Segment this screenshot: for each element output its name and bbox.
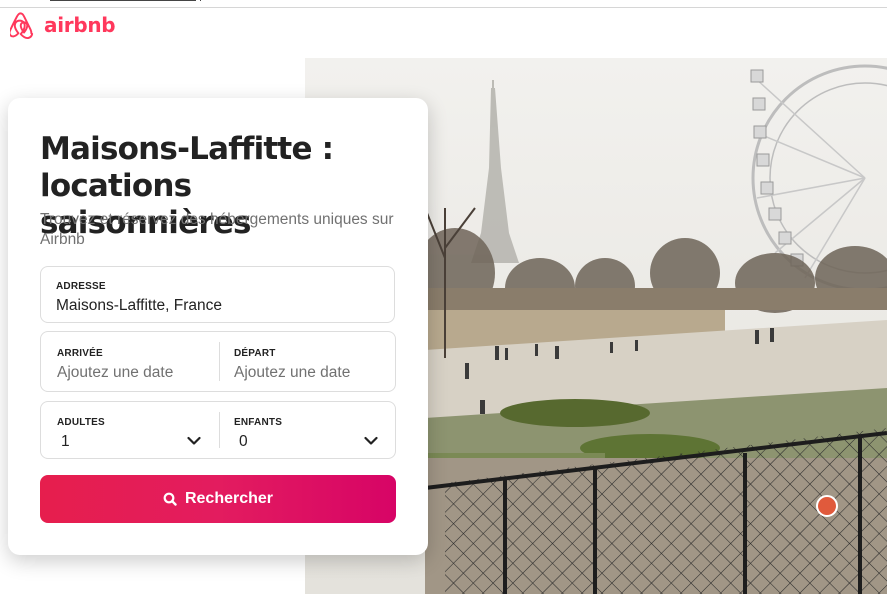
guests-field: ADULTES 1 ENFANTS 0 <box>40 401 396 459</box>
adults-select[interactable]: ADULTES 1 <box>41 402 219 458</box>
address-label: ADRESSE <box>56 281 106 292</box>
adults-label: ADULTES <box>57 417 105 428</box>
search-card: Maisons-Laffitte : locations saisonnière… <box>8 98 428 555</box>
children-label: ENFANTS <box>234 417 283 428</box>
departure-label: DÉPART <box>234 348 276 359</box>
strip-line <box>50 0 196 1</box>
departure-placeholder: Ajoutez une date <box>234 364 351 381</box>
browser-top-strip <box>0 0 887 8</box>
arrival-field[interactable]: ARRIVÉE Ajoutez une date <box>41 332 219 391</box>
children-select[interactable]: ENFANTS 0 <box>220 402 397 458</box>
chevron-down-icon <box>364 436 378 445</box>
logo-text: airbnb <box>44 13 116 37</box>
adults-value: 1 <box>61 433 70 450</box>
address-value[interactable]: Maisons-Laffitte, France <box>56 297 222 315</box>
search-button-label: Rechercher <box>184 490 274 507</box>
strip-line <box>200 0 201 1</box>
arrival-label: ARRIVÉE <box>57 348 103 359</box>
airbnb-belo-icon <box>10 12 34 40</box>
children-value: 0 <box>239 433 248 450</box>
chevron-down-icon <box>187 436 201 445</box>
address-field[interactable]: ADRESSE Maisons-Laffitte, France <box>40 266 395 323</box>
airbnb-logo[interactable]: airbnb <box>10 10 116 40</box>
search-icon <box>163 492 177 506</box>
title-line-1: Maisons-Laffitte : <box>40 131 334 167</box>
dates-field: ARRIVÉE Ajoutez une date DÉPART Ajoutez … <box>40 331 396 392</box>
arrival-placeholder: Ajoutez une date <box>57 364 174 381</box>
search-button[interactable]: Rechercher <box>40 475 396 523</box>
departure-field[interactable]: DÉPART Ajoutez une date <box>220 332 397 391</box>
page-subtitle: Trouvez et réservez des hébergements uni… <box>40 211 394 248</box>
